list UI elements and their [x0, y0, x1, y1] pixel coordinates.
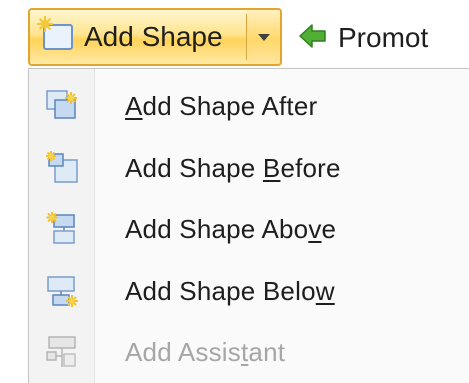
add-shape-dropdown-button[interactable] — [247, 10, 280, 64]
add-shape-label: Add Shape — [84, 21, 223, 52]
smartart-add-shape-ui: Add Shape Promot Add Shape After Add Sha… — [0, 0, 469, 383]
add-shape-icon — [36, 15, 76, 60]
menu-item-add-shape-before[interactable]: Add Shape Before — [33, 139, 465, 197]
ribbon-strip: Add Shape Promot — [0, 0, 469, 76]
menu-item-label: Add Assistant — [125, 336, 286, 367]
menu-item-label: Add Shape Above — [125, 213, 337, 244]
add-shape-button[interactable]: Add Shape — [30, 10, 248, 64]
menu-item-add-shape-above[interactable]: Add Shape Above — [33, 200, 465, 258]
green-left-arrow-icon — [298, 21, 328, 56]
chevron-down-icon — [257, 33, 270, 41]
menu-item-add-assistant: Add Assistant — [33, 323, 465, 381]
add-shape-below-icon — [33, 262, 91, 320]
add-shape-above-icon — [33, 200, 91, 258]
menu-item-add-shape-below[interactable]: Add Shape Below — [33, 262, 465, 320]
add-assistant-icon — [33, 323, 91, 381]
menu-item-label: Add Shape After — [125, 90, 318, 121]
menu-item-label: Add Shape Below — [125, 275, 335, 306]
add-shape-dropdown-menu: Add Shape After Add Shape Before Add Sha… — [28, 68, 469, 383]
menu-item-add-shape-after[interactable]: Add Shape After — [33, 77, 465, 135]
promote-button[interactable]: Promot — [298, 18, 428, 58]
promote-label: Promot — [338, 22, 429, 53]
add-shape-after-icon — [33, 77, 91, 135]
add-shape-split-button[interactable]: Add Shape — [28, 8, 282, 66]
add-shape-before-icon — [33, 139, 91, 197]
menu-item-label: Add Shape Before — [125, 152, 341, 183]
